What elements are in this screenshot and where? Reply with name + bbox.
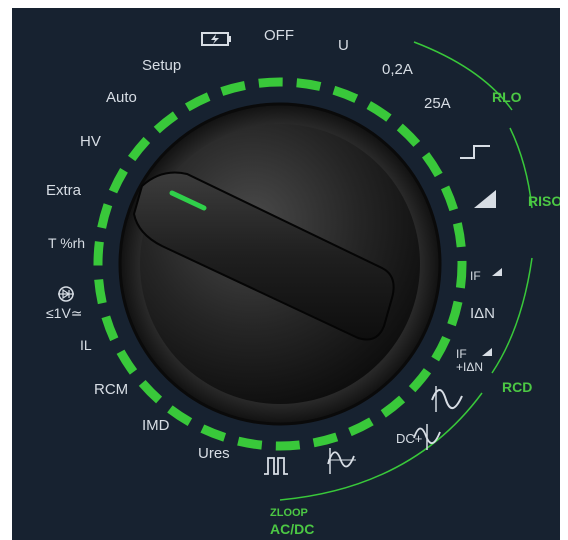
label-25a: 25A: [424, 95, 451, 112]
label-idn: IΔN: [470, 305, 496, 322]
label-off: OFF: [264, 27, 294, 44]
label-il: IL: [80, 337, 92, 353]
ramp-icon: [474, 190, 496, 208]
label-dc-plus: DC+: [396, 431, 423, 446]
label-le1v: ≤1V≃: [46, 305, 83, 321]
group-rlo: RLO: [492, 89, 522, 105]
label-if: IF: [470, 269, 481, 283]
label-u: U: [338, 37, 349, 54]
pulse-icon: [264, 457, 288, 475]
group-riso: RISO: [528, 193, 560, 209]
group-acdc: AC/DC: [270, 521, 315, 537]
multimeter-panel: Setup Auto HV Extra T %rh ≤1V≃ IL RCM IM…: [12, 8, 560, 540]
half-wave-icon: [327, 448, 356, 474]
group-rcd: RCD: [502, 379, 533, 395]
label-if-idn: IF +IΔN: [456, 347, 484, 374]
label-auto: Auto: [106, 89, 137, 106]
sine-icon: [431, 386, 463, 412]
battery-charge-icon: [201, 32, 231, 46]
label-extra: Extra: [46, 182, 82, 199]
group-zloop: ZLOOP: [270, 507, 308, 519]
label-hv: HV: [80, 133, 101, 150]
label-02a: 0,2A: [382, 61, 413, 78]
label-imd: IMD: [142, 417, 170, 434]
label-ures: Ures: [198, 445, 230, 462]
if-ramp-icon: [492, 268, 502, 276]
step-icon: [460, 145, 490, 159]
label-t-rh: T %rh: [48, 235, 86, 251]
label-setup: Setup: [142, 57, 182, 74]
continuity-icon: [58, 286, 74, 302]
label-rcm: RCM: [94, 381, 129, 398]
